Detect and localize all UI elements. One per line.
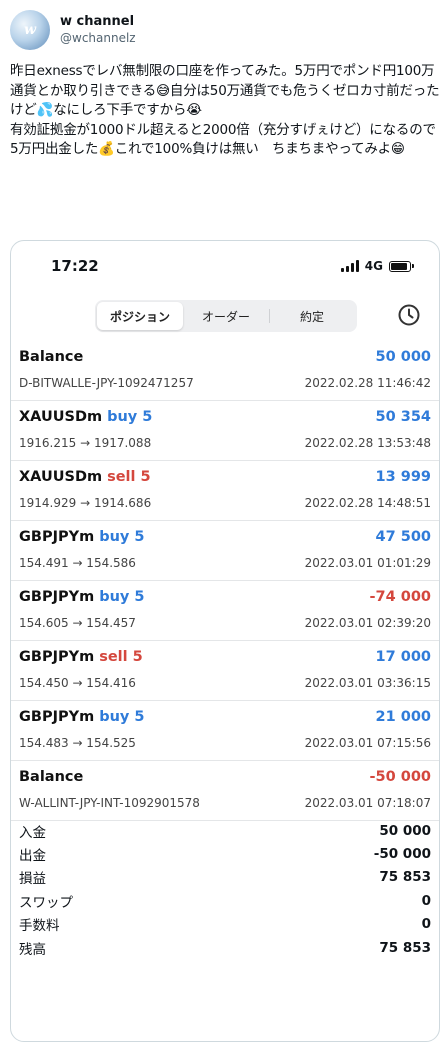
deal-row[interactable]: GBPJPYm buy 5 21 000 154.483 → 154.525 2022.…	[11, 701, 439, 761]
deal-row[interactable]: Balance -50 000 W-ALLINT-JPY-INT-109290157…	[11, 761, 439, 821]
clock-history-icon[interactable]	[396, 302, 422, 328]
signal-icon	[340, 260, 359, 272]
deal-time: 2022.02.28 14:48:51	[304, 496, 431, 510]
summary-row: 入金 50 000	[11, 819, 439, 842]
deal-time: 2022.03.01 01:01:29	[304, 556, 431, 570]
deal-symbol: GBPJPYm buy 5	[19, 589, 145, 605]
summary-row: 出金 -50 000	[11, 842, 439, 865]
deal-profit: 17 000	[375, 649, 432, 665]
avatar-logo: w	[23, 22, 37, 38]
deal-symbol-text: Balance	[19, 349, 84, 365]
deal-detail: 154.483 → 154.525	[19, 736, 136, 750]
deal-profit: 50 354	[375, 409, 432, 425]
deal-symbol: GBPJPYm buy 5	[19, 709, 145, 725]
tab-positions[interactable]: ポジション	[97, 302, 183, 330]
deal-profit: 13 999	[375, 469, 432, 485]
author-names: w channel @wchannelz	[60, 14, 136, 46]
deal-detail: 154.450 → 154.416	[19, 676, 136, 690]
deal-profit: 21 000	[375, 709, 432, 725]
summary-value: 50 000	[379, 822, 431, 839]
summary-label: 出金	[19, 848, 46, 865]
summary-label: 損益	[19, 871, 46, 888]
deal-detail: 1914.929 → 1914.686	[19, 496, 152, 510]
deal-row[interactable]: XAUUSDm sell 5 13 999 1914.929 → 1914.686 20…	[11, 461, 439, 521]
deal-time: 2022.02.28 13:53:48	[304, 436, 431, 450]
deal-profit: -50 000	[369, 769, 431, 785]
status-indicators: 4G	[340, 259, 414, 273]
summary-row: 残高 75 853	[11, 936, 439, 959]
deal-detail: W-ALLINT-JPY-INT-1092901578	[19, 796, 200, 810]
tab-segmented-control: ポジション オーダー 約定	[95, 300, 357, 332]
battery-icon	[389, 260, 414, 272]
tweet-text: 昨日exnessでレバ無制限の口座を作ってみた。5万円でポンド円100万通貨とか…	[10, 63, 440, 157]
user-handle[interactable]: @wchannelz	[60, 30, 136, 46]
summary-value: -50 000	[373, 846, 431, 863]
deal-row[interactable]: GBPJPYm buy 5 47 500 154.491 → 154.586 2022.…	[11, 521, 439, 581]
network-type: 4G	[364, 259, 383, 273]
deal-symbol-text: XAUUSDm	[19, 469, 103, 485]
deal-detail: 1916.215 → 1917.088	[19, 436, 152, 450]
summary-value: 75 853	[379, 939, 431, 956]
status-bar: 17:22 4G	[11, 241, 439, 297]
deal-symbol: XAUUSDm sell 5	[19, 469, 151, 485]
status-time: 17:22	[51, 257, 99, 275]
deal-side: buy 5	[107, 409, 153, 425]
deal-symbol-text: GBPJPYm	[19, 529, 95, 545]
deal-side: sell 5	[107, 469, 151, 485]
summary-value: 0	[421, 916, 431, 933]
account-summary: 入金 50 000 出金 -50 000 損益 75 853 スワップ 0 手数料 0 残高 75 8…	[11, 819, 439, 959]
deal-side: buy 5	[99, 529, 145, 545]
deal-row[interactable]: GBPJPYm sell 5 17 000 154.450 → 154.416 2022…	[11, 641, 439, 701]
deal-symbol: GBPJPYm buy 5	[19, 529, 145, 545]
deal-symbol-text: Balance	[19, 769, 84, 785]
summary-row: スワップ 0	[11, 889, 439, 912]
deal-time: 2022.02.28 11:46:42	[304, 376, 431, 390]
tweet-media-screenshot[interactable]: 17:22 4G ポジション オーダー 約定 Balance 50 000 D-BI…	[10, 240, 440, 1042]
deal-symbol: Balance	[19, 769, 88, 785]
tab-deals[interactable]: 約定	[269, 302, 355, 330]
deal-detail: 154.491 → 154.586	[19, 556, 136, 570]
tweet-header: w w channel @wchannelz	[10, 10, 136, 50]
summary-row: 損益 75 853	[11, 866, 439, 889]
deal-row[interactable]: Balance 50 000 D-BITWALLE-JPY-1092471257 20…	[11, 341, 439, 401]
deal-detail: 154.605 → 154.457	[19, 616, 136, 630]
deal-time: 2022.03.01 02:39:20	[304, 616, 431, 630]
deal-side: sell 5	[99, 649, 143, 665]
deal-time: 2022.03.01 03:36:15	[304, 676, 431, 690]
summary-label: 残高	[19, 941, 46, 958]
deal-side: buy 5	[99, 709, 145, 725]
summary-row: 手数料 0	[11, 913, 439, 936]
summary-label: 入金	[19, 824, 46, 841]
deal-symbol-text: GBPJPYm	[19, 589, 95, 605]
deal-detail: D-BITWALLE-JPY-1092471257	[19, 376, 194, 390]
summary-label: 手数料	[19, 918, 60, 935]
trade-list: Balance 50 000 D-BITWALLE-JPY-1092471257 20…	[11, 341, 439, 821]
display-name[interactable]: w channel	[60, 14, 136, 30]
deal-profit: -74 000	[369, 589, 431, 605]
deal-time: 2022.03.01 07:15:56	[304, 736, 431, 750]
deal-symbol-text: GBPJPYm	[19, 649, 95, 665]
deal-row[interactable]: GBPJPYm buy 5 -74 000 154.605 → 154.457 2022…	[11, 581, 439, 641]
deal-symbol-text: XAUUSDm	[19, 409, 103, 425]
deal-side: buy 5	[99, 589, 145, 605]
deal-row[interactable]: XAUUSDm buy 5 50 354 1916.215 → 1917.088 202…	[11, 401, 439, 461]
deal-symbol: GBPJPYm sell 5	[19, 649, 143, 665]
deal-profit: 47 500	[375, 529, 432, 545]
avatar[interactable]: w	[10, 10, 50, 50]
deal-time: 2022.03.01 07:18:07	[304, 796, 431, 810]
summary-value: 0	[421, 892, 431, 909]
tab-orders[interactable]: オーダー	[183, 302, 269, 330]
summary-label: スワップ	[19, 894, 73, 911]
deal-symbol: XAUUSDm buy 5	[19, 409, 152, 425]
summary-value: 75 853	[379, 869, 431, 886]
deal-symbol: Balance	[19, 349, 88, 365]
deal-symbol-text: GBPJPYm	[19, 709, 95, 725]
deal-profit: 50 000	[375, 349, 432, 365]
